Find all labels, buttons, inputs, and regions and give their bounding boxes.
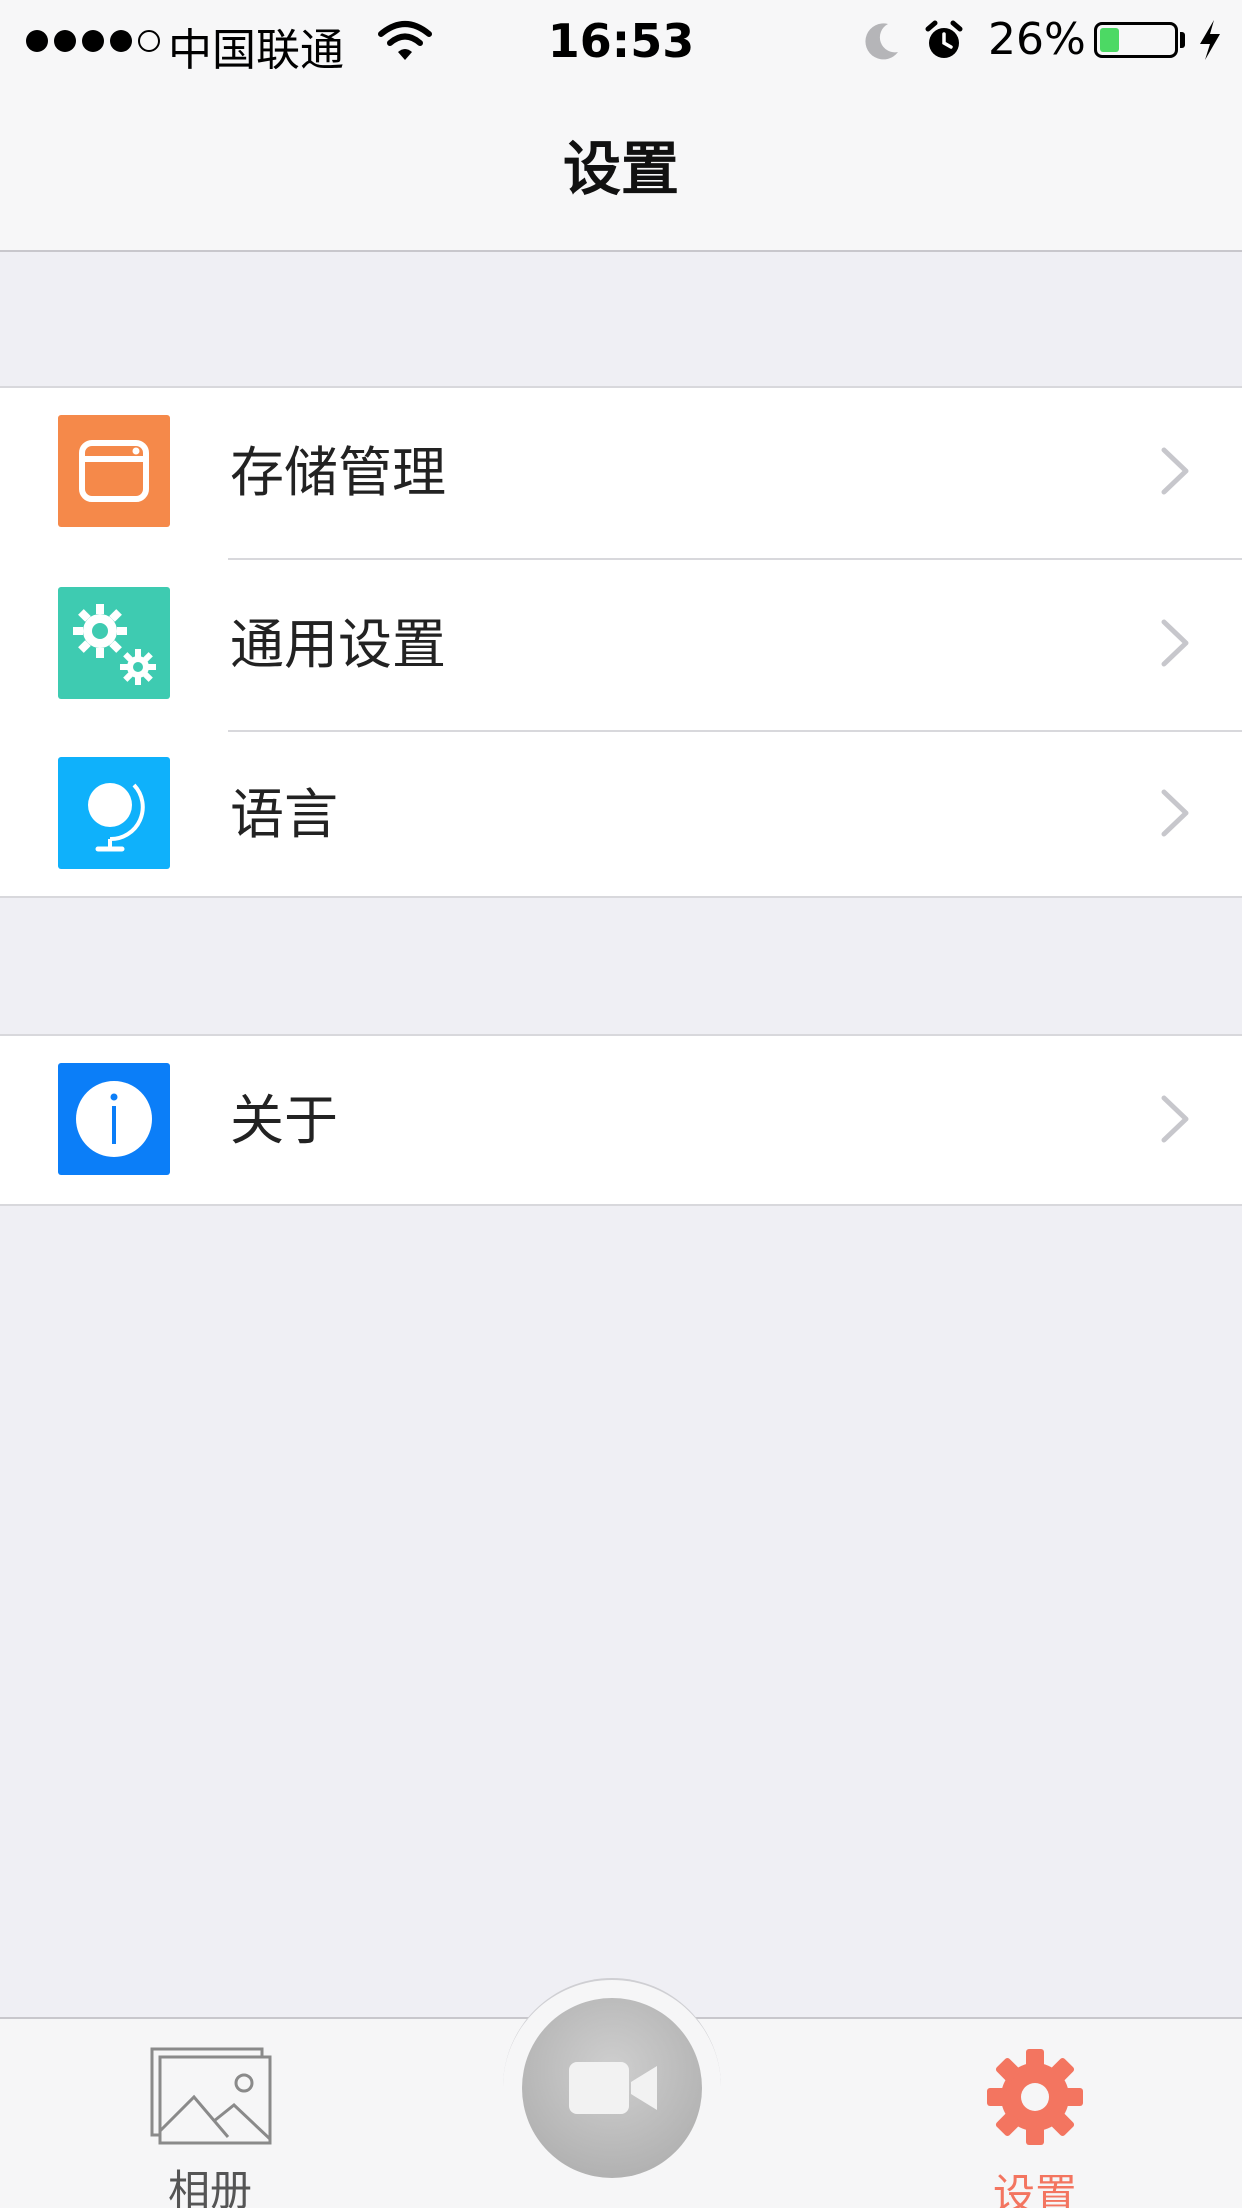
moon-icon [862,20,902,72]
status-bar: 中国联通 16:53 26% [0,0,1242,84]
charging-bolt-icon [1196,18,1224,72]
settings-item-language[interactable]: 语言 [0,730,1242,900]
chevron-right-icon [1160,446,1190,500]
settings-item-about[interactable]: 关于 [0,1036,1242,1206]
settings-item-general[interactable]: 通用设置 [0,560,1242,730]
settings-item-storage[interactable]: 存储管理 [0,388,1242,558]
settings-group-main: 存储管理 通用设置 语言 [0,386,1242,898]
alarm-clock-icon [924,20,964,72]
chevron-right-icon [1160,1094,1190,1148]
tab-album-label: 相册 [167,2166,252,2208]
settings-screen: 中国联通 16:53 26% 设置 存储管理 通用设置 语言 关于 相册 设置 [0,0,1242,2208]
photo-album-icon [148,2047,272,2149]
globe-icon [58,757,170,869]
page-title: 设置 [562,135,679,203]
gear-icon [983,2049,1087,2153]
storage-icon [58,415,170,527]
top-bar: 中国联通 16:53 26% 设置 [0,0,1242,252]
battery-percent: 26% [988,14,1086,65]
settings-group-about: 关于 [0,1034,1242,1206]
settings-item-label: 通用设置 [230,613,446,676]
settings-item-label: 语言 [230,783,338,846]
chevron-right-icon [1160,788,1190,842]
tab-settings-label: 设置 [992,2170,1077,2208]
gears-icon [58,587,170,699]
video-camera-icon [569,2062,657,2114]
record-button[interactable] [522,1998,702,2178]
info-icon [58,1063,170,1175]
chevron-right-icon [1160,618,1190,672]
settings-item-label: 存储管理 [230,441,446,504]
battery-icon [1094,22,1178,58]
tab-album[interactable]: 相册 [120,2045,300,2208]
settings-item-label: 关于 [230,1089,338,1152]
tab-settings[interactable]: 设置 [940,2045,1130,2208]
